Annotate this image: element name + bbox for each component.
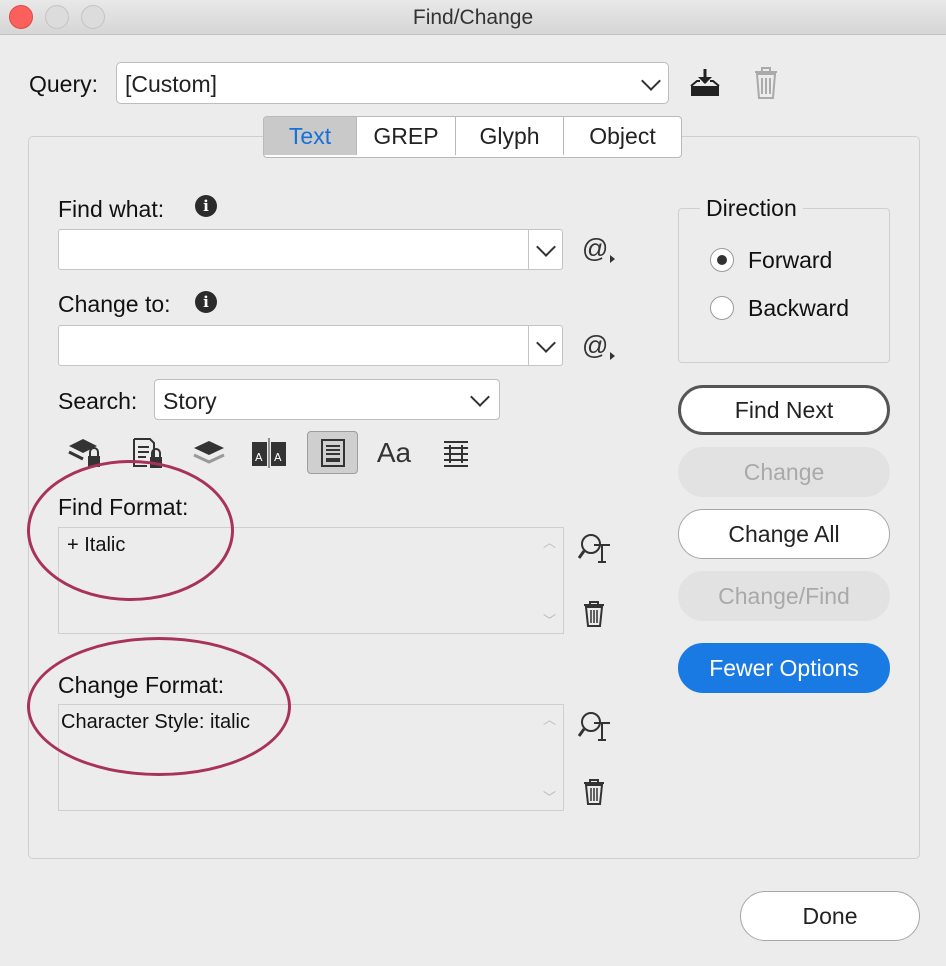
chevron-down-icon <box>470 387 490 407</box>
search-scope-select[interactable]: Story <box>154 379 500 420</box>
find-what-field[interactable] <box>58 229 563 270</box>
specify-change-format-icon[interactable] <box>577 710 612 742</box>
query-value: [Custom] <box>125 71 218 97</box>
include-footnotes-icon[interactable] <box>307 431 358 474</box>
scroll-up-icon[interactable]: ︿ <box>543 709 556 728</box>
annotation-circle-change-format <box>27 637 291 776</box>
include-master-pages-icon[interactable]: A A <box>247 433 291 473</box>
scroll-down-icon[interactable]: ﹀ <box>543 787 556 806</box>
tab-object[interactable]: Object <box>564 117 681 155</box>
backward-radio[interactable] <box>710 296 734 320</box>
find-what-dropdown[interactable] <box>528 230 562 270</box>
fewer-options-button[interactable]: Fewer Options <box>678 643 890 693</box>
search-scope-value: Story <box>163 388 217 414</box>
chevron-down-icon <box>641 71 661 91</box>
backward-label: Backward <box>748 295 849 321</box>
direction-group <box>678 208 890 363</box>
direction-forward-option[interactable]: Forward <box>709 246 869 276</box>
info-icon[interactable]: i <box>195 291 217 313</box>
clear-find-format-icon[interactable] <box>582 600 606 628</box>
chevron-down-icon <box>536 237 556 257</box>
case-sensitive-icon[interactable]: Aa <box>372 433 416 473</box>
special-characters-find-icon[interactable]: @ <box>582 233 618 267</box>
tab-text[interactable]: Text <box>264 117 357 155</box>
change-to-field[interactable] <box>58 325 563 366</box>
save-query-icon[interactable] <box>688 66 722 100</box>
query-select[interactable]: [Custom] <box>116 62 669 104</box>
svg-text:A: A <box>274 451 282 464</box>
change-all-button[interactable]: Change All <box>678 509 890 559</box>
change-to-dropdown[interactable] <box>528 326 562 366</box>
forward-radio[interactable] <box>710 248 734 272</box>
delete-query-icon[interactable] <box>752 66 780 100</box>
scroll-down-icon[interactable]: ﹀ <box>543 610 556 629</box>
tab-glyph[interactable]: Glyph <box>456 117 564 155</box>
annotation-circle-find-format <box>27 460 234 601</box>
specify-find-format-icon[interactable] <box>577 532 612 564</box>
search-label: Search: <box>58 388 138 414</box>
tab-bar: Text GREP Glyph Object <box>263 116 682 158</box>
whole-word-icon[interactable] <box>434 433 478 473</box>
svg-text:A: A <box>255 451 263 464</box>
clear-change-format-icon[interactable] <box>582 778 606 806</box>
find-next-button[interactable]: Find Next <box>678 385 890 435</box>
find-what-label: Find what: <box>58 196 165 222</box>
query-label: Query: <box>29 71 99 97</box>
change-to-label: Change to: <box>58 291 171 317</box>
direction-backward-option[interactable]: Backward <box>709 294 869 324</box>
chevron-down-icon <box>536 333 556 353</box>
direction-title: Direction <box>700 195 803 222</box>
change-button[interactable]: Change <box>678 447 890 497</box>
info-icon[interactable]: i <box>195 195 217 217</box>
change-find-button[interactable]: Change/Find <box>678 571 890 621</box>
window-title: Find/Change <box>412 6 534 29</box>
include-hidden-layers-icon[interactable] <box>187 433 231 473</box>
scroll-up-icon[interactable]: ︿ <box>543 532 556 551</box>
special-characters-change-icon[interactable]: @ <box>582 330 618 364</box>
forward-label: Forward <box>748 247 833 273</box>
done-button[interactable]: Done <box>740 891 920 941</box>
tab-grep[interactable]: GREP <box>357 117 456 155</box>
